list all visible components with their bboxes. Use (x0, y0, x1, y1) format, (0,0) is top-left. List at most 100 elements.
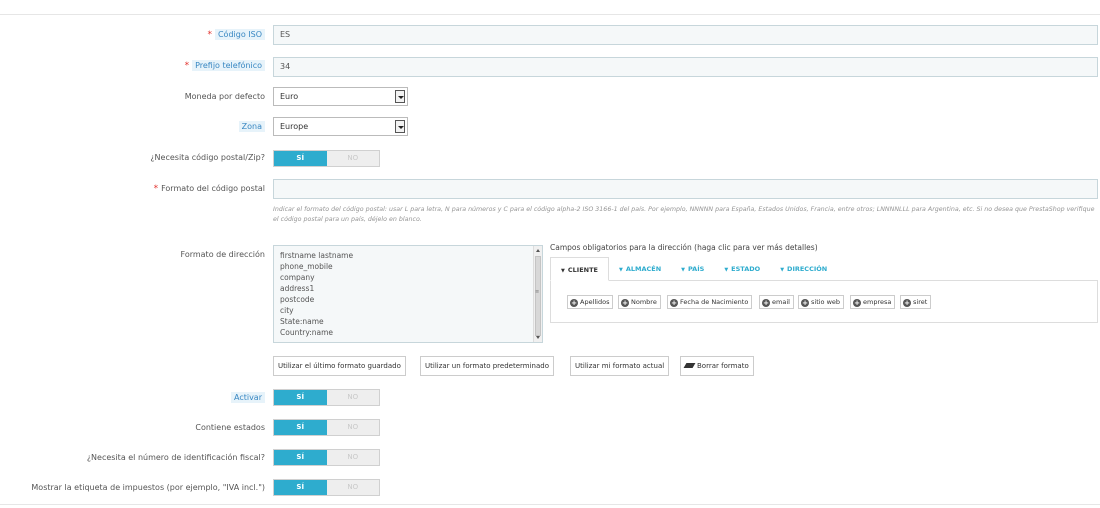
address-format-textarea[interactable]: firstname lastname phone_mobile company … (273, 245, 543, 343)
textarea-scrollbar[interactable]: ≡ (533, 246, 542, 342)
zip-format-label-text: Formato del código postal (161, 184, 265, 193)
active-label-text: Activar (230, 392, 265, 403)
zone-select[interactable]: Europe (273, 117, 408, 136)
field-button-label: sitio web (811, 298, 841, 306)
clear-format-button[interactable]: Borrar formato (680, 356, 754, 376)
top-divider (0, 14, 1100, 15)
needs-tax-id-switch[interactable]: SÍ NO (273, 449, 380, 466)
address-format-label: Formato de dirección (180, 250, 266, 259)
dropdown-arrow-icon[interactable] (395, 120, 405, 133)
display-tax-label-label: Mostrar la etiqueta de impuestos (por ej… (31, 483, 265, 492)
plus-icon: + (570, 299, 578, 307)
active-switch[interactable]: SÍ NO (273, 389, 380, 406)
address-line: city (280, 306, 294, 315)
iso-code-label: * Código ISO (207, 29, 265, 41)
required-fields-title: Campos obligatorios para la dirección (h… (550, 243, 818, 252)
use-default-format-button[interactable]: Utilizar un formato predeterminado (420, 356, 554, 376)
required-fields-panel: + Apellidos + Nombre + Fecha de Nacimiento … (550, 280, 1098, 323)
caret-down-icon: ▼ (681, 267, 685, 273)
zip-format-input[interactable] (273, 179, 1098, 199)
plus-icon: + (762, 299, 770, 307)
bottom-divider (0, 504, 1100, 505)
contains-states-label: Contiene estados (195, 423, 265, 432)
address-line: firstname lastname (280, 251, 354, 260)
zone-label-text: Zona (238, 121, 265, 132)
tab-label: ALMACÉN (625, 265, 662, 273)
switch-yes[interactable]: SÍ (274, 480, 327, 495)
caret-down-icon: ▼ (780, 267, 785, 273)
plus-icon: + (621, 299, 629, 307)
iso-code-label-text: Código ISO (214, 29, 265, 40)
tab-cliente[interactable]: ▼ CLIENTE (550, 257, 609, 281)
default-currency-value: Euro (280, 92, 299, 101)
switch-yes[interactable]: SÍ (274, 390, 327, 405)
switch-no[interactable]: NO (327, 480, 380, 495)
tab-estado[interactable]: ▼ ESTADO (714, 257, 770, 281)
default-currency-select[interactable]: Euro (273, 87, 408, 106)
field-button-label: siret (913, 298, 928, 306)
tab-label: CLIENTE (567, 266, 598, 274)
tab-label: ESTADO (731, 265, 761, 273)
tab-pais[interactable]: ▼ PAÍS (671, 257, 714, 281)
switch-yes[interactable]: SÍ (274, 450, 327, 465)
required-asterisk: * (153, 184, 159, 194)
tab-almacen[interactable]: ▼ ALMACÉN (609, 257, 671, 281)
switch-no[interactable]: NO (327, 151, 380, 166)
caret-down-icon: ▼ (724, 267, 729, 273)
field-button-apellidos[interactable]: + Apellidos (567, 295, 614, 309)
tab-direccion[interactable]: ▼ DIRECCIÓN (770, 257, 837, 281)
dropdown-arrow-icon[interactable] (395, 90, 405, 103)
display-tax-label-switch[interactable]: SÍ NO (273, 479, 380, 496)
switch-no[interactable]: NO (327, 450, 380, 465)
needs-zip-switch[interactable]: SÍ NO (273, 150, 380, 167)
phone-prefix-label-text: Prefijo telefónico (192, 60, 265, 71)
scroll-down-icon[interactable] (536, 336, 540, 339)
needs-zip-label: ¿Necesita código postal/Zip? (150, 153, 265, 162)
use-last-saved-format-button[interactable]: Utilizar el último formato guardado (273, 356, 406, 376)
eraser-icon (683, 363, 696, 368)
address-line: phone_mobile (280, 262, 333, 271)
zip-format-label: * Formato del código postal (154, 183, 265, 195)
plus-icon: + (853, 299, 861, 307)
required-asterisk: * (184, 61, 190, 71)
tab-label: PAÍS (688, 265, 705, 273)
field-button-label: Fecha de Nacimiento (680, 298, 749, 306)
needs-tax-id-label: ¿Necesita el número de identificación fi… (86, 453, 265, 462)
phone-prefix-input[interactable]: 34 (273, 57, 1098, 77)
scroll-up-icon[interactable] (536, 249, 540, 252)
switch-yes[interactable]: SÍ (274, 420, 327, 435)
switch-no[interactable]: NO (327, 390, 380, 405)
field-button-label: Apellidos (580, 298, 610, 306)
plus-icon: + (670, 299, 678, 307)
field-button-label: empresa (863, 298, 892, 306)
required-asterisk: * (207, 30, 212, 40)
field-button-fecha-nacimiento[interactable]: + Fecha de Nacimiento (667, 295, 753, 309)
use-current-format-button[interactable]: Utilizar mi formato actual (570, 356, 670, 376)
field-button-sitio-web[interactable]: + sitio web (798, 295, 845, 309)
address-line: Country:name (280, 328, 334, 337)
scroll-thumb[interactable] (535, 256, 541, 336)
field-button-label: email (772, 298, 790, 306)
switch-yes[interactable]: SÍ (274, 151, 327, 166)
address-line: address1 (280, 284, 315, 293)
phone-prefix-label: * Prefijo telefónico (185, 60, 265, 72)
address-line: company (280, 273, 315, 282)
caret-down-icon: ▼ (618, 267, 623, 273)
scroll-grip-icon: ≡ (535, 289, 540, 295)
caret-down-icon: ▼ (561, 268, 565, 274)
zip-format-help: Indicar el formato del código postal: us… (273, 206, 1095, 223)
plus-icon: + (903, 299, 911, 307)
field-button-siret[interactable]: + siret (900, 295, 932, 309)
required-fields-tabs: ▼ CLIENTE ▼ ALMACÉN ▼ PAÍS ▼ ESTADO ▼ DIRECCI… (550, 257, 837, 281)
iso-code-input[interactable]: ES (273, 25, 1098, 45)
address-line: State:name (280, 317, 324, 326)
field-button-label: Nombre (631, 298, 657, 306)
switch-no[interactable]: NO (327, 420, 380, 435)
field-button-email[interactable]: + email (759, 295, 794, 309)
active-label: Activar (230, 392, 265, 404)
address-line: postcode (280, 295, 315, 304)
field-button-nombre[interactable]: + Nombre (618, 295, 661, 309)
field-button-empresa[interactable]: + empresa (850, 295, 896, 309)
contains-states-switch[interactable]: SÍ NO (273, 419, 380, 436)
tab-label: DIRECCIÓN (787, 265, 828, 273)
